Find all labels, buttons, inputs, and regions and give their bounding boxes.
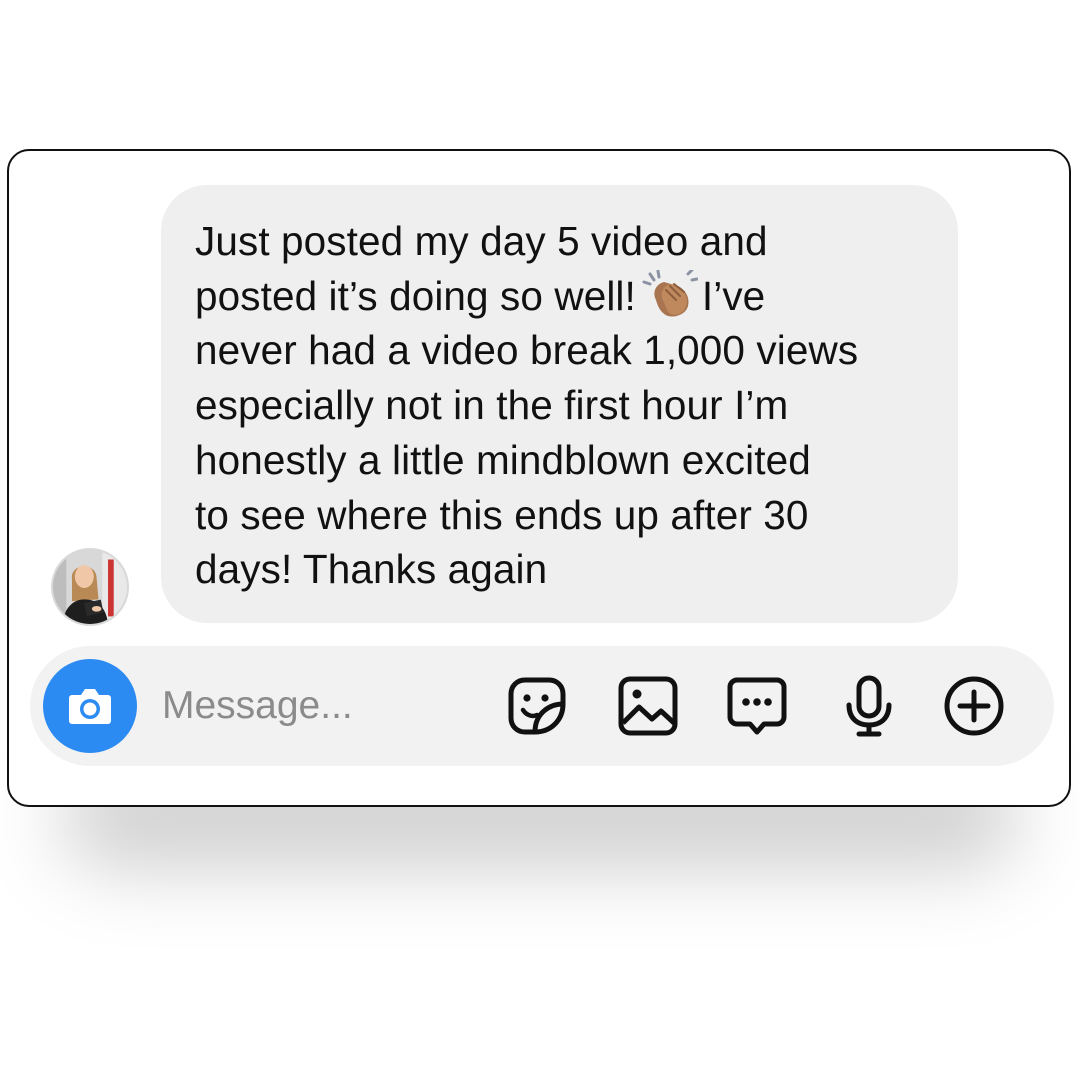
gallery-button[interactable] <box>615 673 681 739</box>
avatar-photo <box>53 550 127 624</box>
message-bubble[interactable]: Just posted my day 5 video and posted it’… <box>161 185 958 623</box>
message-line: I’ve <box>701 272 766 319</box>
dm-card: Just posted my day 5 video and posted it’… <box>7 149 1071 807</box>
message-text: Just posted my day 5 video and posted it’… <box>195 214 928 597</box>
clapping-hands-emoji-icon <box>642 269 698 318</box>
message-line: posted it’s doing so well! <box>195 272 636 319</box>
screenshot-stage: Just posted my day 5 video and posted it’… <box>0 0 1080 1080</box>
message-line: honestly a little mindblown excited <box>195 436 811 483</box>
chat-bubble-icon <box>727 677 787 735</box>
message-line: Just posted my day 5 video and <box>195 218 768 264</box>
quick-reply-button[interactable] <box>724 673 790 739</box>
sticker-button[interactable] <box>504 673 570 739</box>
camera-button[interactable] <box>43 659 137 753</box>
gallery-icon <box>618 676 678 736</box>
camera-icon <box>69 689 111 724</box>
microphone-icon <box>846 675 892 737</box>
message-line: especially not in the first hour I’m <box>195 382 789 429</box>
message-composer <box>30 646 1054 766</box>
message-input[interactable] <box>162 674 462 738</box>
message-line: days! Thanks again <box>195 546 548 593</box>
voice-button[interactable] <box>836 673 902 739</box>
message-line: never had a video break 1,000 views <box>195 327 859 374</box>
sender-avatar[interactable] <box>51 548 129 626</box>
plus-circle-icon <box>944 676 1004 736</box>
message-line: to see where this ends up after 30 <box>195 491 809 538</box>
more-options-button[interactable] <box>941 673 1007 739</box>
sticker-icon <box>508 677 566 735</box>
